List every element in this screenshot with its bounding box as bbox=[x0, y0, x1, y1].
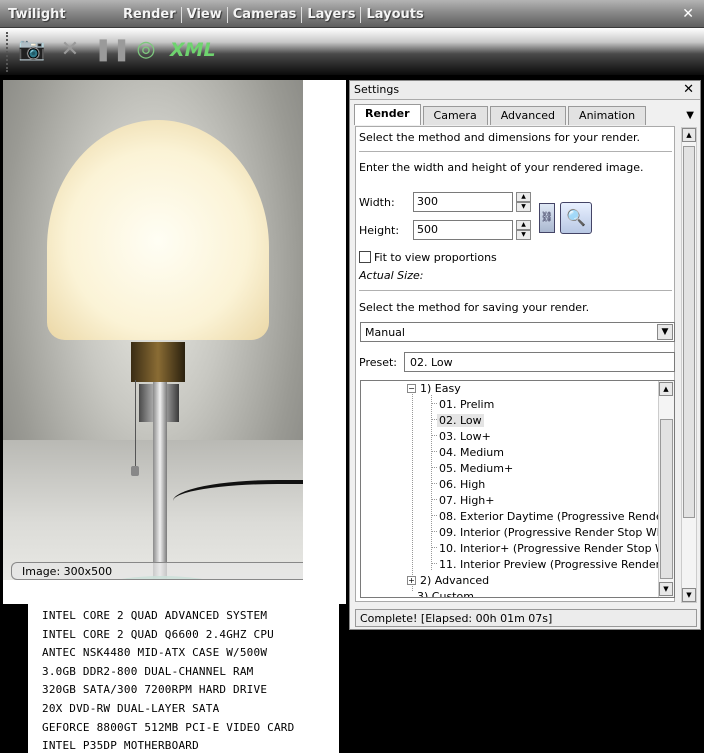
menu-layers[interactable]: Layers bbox=[302, 7, 362, 23]
menu-render[interactable]: Render bbox=[118, 7, 182, 23]
tab-render[interactable]: Render bbox=[354, 104, 421, 125]
preset-label: Preset: bbox=[359, 356, 398, 369]
status-bar: Complete! [Elapsed: 00h 01m 07s] bbox=[355, 609, 697, 627]
spec-line: 20X DVD-RW DUAL-LAYER SATA bbox=[42, 701, 220, 715]
width-field[interactable]: 300 bbox=[413, 192, 513, 212]
collapse-icon[interactable]: − bbox=[407, 384, 416, 393]
toolbar: 📷 ✕ ❚❚ ◎ XML bbox=[0, 28, 704, 76]
rendered-image: Image: 300x500 bbox=[3, 80, 303, 580]
render-settings-content: Select the method and dimensions for you… bbox=[355, 126, 675, 602]
size-instructions: Enter the width and height of your rende… bbox=[359, 161, 644, 174]
settings-panel: Settings ✕ Render Camera Advanced Animat… bbox=[349, 80, 701, 630]
settings-header: Settings ✕ bbox=[350, 81, 700, 100]
tab-animation[interactable]: Animation bbox=[568, 106, 647, 125]
tree-item-selected[interactable]: 02. Low bbox=[437, 414, 484, 427]
chevron-down-icon[interactable]: ▼ bbox=[657, 324, 673, 340]
scroll-down-icon[interactable]: ▼ bbox=[659, 582, 673, 596]
tree-item[interactable]: 07. High+ bbox=[439, 494, 495, 507]
xml-icon[interactable]: XML bbox=[170, 36, 216, 64]
spec-line: 320GB SATA/300 7200RPM HARD DRIVE bbox=[42, 683, 268, 697]
settings-scroll-thumb[interactable] bbox=[683, 146, 695, 518]
image-size-label: Image: 300x500 bbox=[11, 562, 303, 580]
menu-view[interactable]: View bbox=[182, 7, 228, 23]
menu-bar: Render View Cameras Layers Layouts bbox=[118, 7, 429, 23]
height-field[interactable]: 500 bbox=[413, 220, 513, 240]
tree-item[interactable]: 03. Low+ bbox=[439, 430, 491, 443]
tree-item[interactable]: 11. Interior Preview (Progressive Render… bbox=[439, 558, 674, 571]
width-label: Width: bbox=[359, 196, 395, 209]
menu-layouts[interactable]: Layouts bbox=[361, 7, 428, 23]
scroll-up-icon[interactable]: ▲ bbox=[682, 128, 696, 142]
settings-title: Settings bbox=[354, 83, 400, 96]
zoom-icon[interactable]: 🔍 bbox=[560, 202, 592, 234]
spec-line: GEFORCE 8800GT 512MB PCI-E VIDEO CARD bbox=[42, 720, 295, 734]
tree-scrollbar[interactable]: ▲ ▼ bbox=[658, 381, 674, 597]
spec-line: INTEL CORE 2 QUAD Q6600 2.4GHZ CPU bbox=[42, 627, 274, 641]
menu-cameras[interactable]: Cameras bbox=[228, 7, 303, 23]
method-instructions: Select the method and dimensions for you… bbox=[359, 131, 640, 144]
settings-scrollbar[interactable]: ▲ ▼ bbox=[681, 127, 697, 603]
title-bar: Twilight Render View Cameras Layers Layo… bbox=[0, 0, 704, 28]
preset-tree[interactable]: −1) Easy 01. Prelim 02. Low 03. Low+ 04.… bbox=[360, 380, 675, 598]
system-specs: INTEL CORE 2 QUAD ADVANCED SYSTEM INTEL … bbox=[28, 603, 339, 753]
tree-item[interactable]: 08. Exterior Daytime (Progressive Render… bbox=[439, 510, 674, 523]
tab-camera[interactable]: Camera bbox=[422, 106, 488, 125]
link-proportions-button[interactable]: ⛓ bbox=[539, 203, 555, 233]
tree-item[interactable]: 10. Interior+ (Progressive Render Stop W… bbox=[439, 542, 674, 555]
render-viewport: Image: 300x500 bbox=[3, 80, 346, 604]
expand-icon[interactable]: + bbox=[407, 576, 416, 585]
toolbar-grip[interactable] bbox=[6, 32, 9, 72]
width-stepper[interactable]: ▲ ▼ bbox=[516, 192, 531, 212]
save-method-select[interactable]: Manual ▼ bbox=[360, 322, 675, 342]
preset-field[interactable]: 02. Low bbox=[404, 352, 675, 372]
spec-line: INTEL CORE 2 QUAD ADVANCED SYSTEM bbox=[42, 609, 268, 622]
height-stepper[interactable]: ▲ ▼ bbox=[516, 220, 531, 240]
settings-tabs: Render Camera Advanced Animation bbox=[354, 104, 648, 125]
tree-group-advanced[interactable]: +2) Advanced bbox=[407, 574, 489, 587]
spec-line: INTEL P35DP MOTHERBOARD bbox=[42, 739, 199, 753]
scroll-down-icon[interactable]: ▼ bbox=[682, 588, 696, 602]
window-close-icon[interactable]: ✕ bbox=[682, 6, 694, 22]
divider bbox=[359, 290, 672, 291]
tree-group-easy[interactable]: −1) Easy bbox=[407, 382, 461, 395]
tree-item[interactable]: 04. Medium bbox=[439, 446, 504, 459]
spec-line: ANTEC NSK4480 MID-ATX CASE W/500W bbox=[42, 646, 268, 660]
tree-item[interactable]: 05. Medium+ bbox=[439, 462, 513, 475]
save-method-value: Manual bbox=[365, 326, 405, 339]
cancel-icon[interactable]: ✕ bbox=[56, 36, 84, 64]
lamp-shade bbox=[47, 120, 269, 340]
save-instructions: Select the method for saving your render… bbox=[359, 301, 590, 314]
tree-group-custom[interactable]: 3) Custom bbox=[417, 590, 474, 597]
tab-advanced[interactable]: Advanced bbox=[489, 106, 567, 125]
settings-close-icon[interactable]: ✕ bbox=[683, 82, 694, 97]
height-label: Height: bbox=[359, 224, 400, 237]
spec-line: 3.0GB DDR2-800 DUAL-CHANNEL RAM bbox=[42, 664, 254, 678]
scroll-up-icon[interactable]: ▲ bbox=[659, 382, 673, 396]
tabs-dropdown-icon[interactable]: ▼ bbox=[686, 110, 694, 121]
app-title: Twilight bbox=[8, 7, 66, 22]
fit-proportions-checkbox[interactable] bbox=[359, 251, 371, 263]
actual-size-label: Actual Size: bbox=[359, 269, 424, 282]
tree-item[interactable]: 01. Prelim bbox=[439, 398, 494, 411]
tree-item[interactable]: 09. Interior (Progressive Render Stop Wh… bbox=[439, 526, 674, 539]
fit-proportions-label: Fit to view proportions bbox=[374, 251, 497, 264]
camera-icon[interactable]: 📷 bbox=[18, 36, 46, 64]
divider bbox=[359, 151, 672, 152]
tree-item[interactable]: 06. High bbox=[439, 478, 485, 491]
target-icon[interactable]: ◎ bbox=[132, 36, 160, 64]
pause-icon[interactable]: ❚❚ bbox=[94, 36, 131, 64]
tree-scroll-thumb[interactable] bbox=[660, 419, 673, 579]
